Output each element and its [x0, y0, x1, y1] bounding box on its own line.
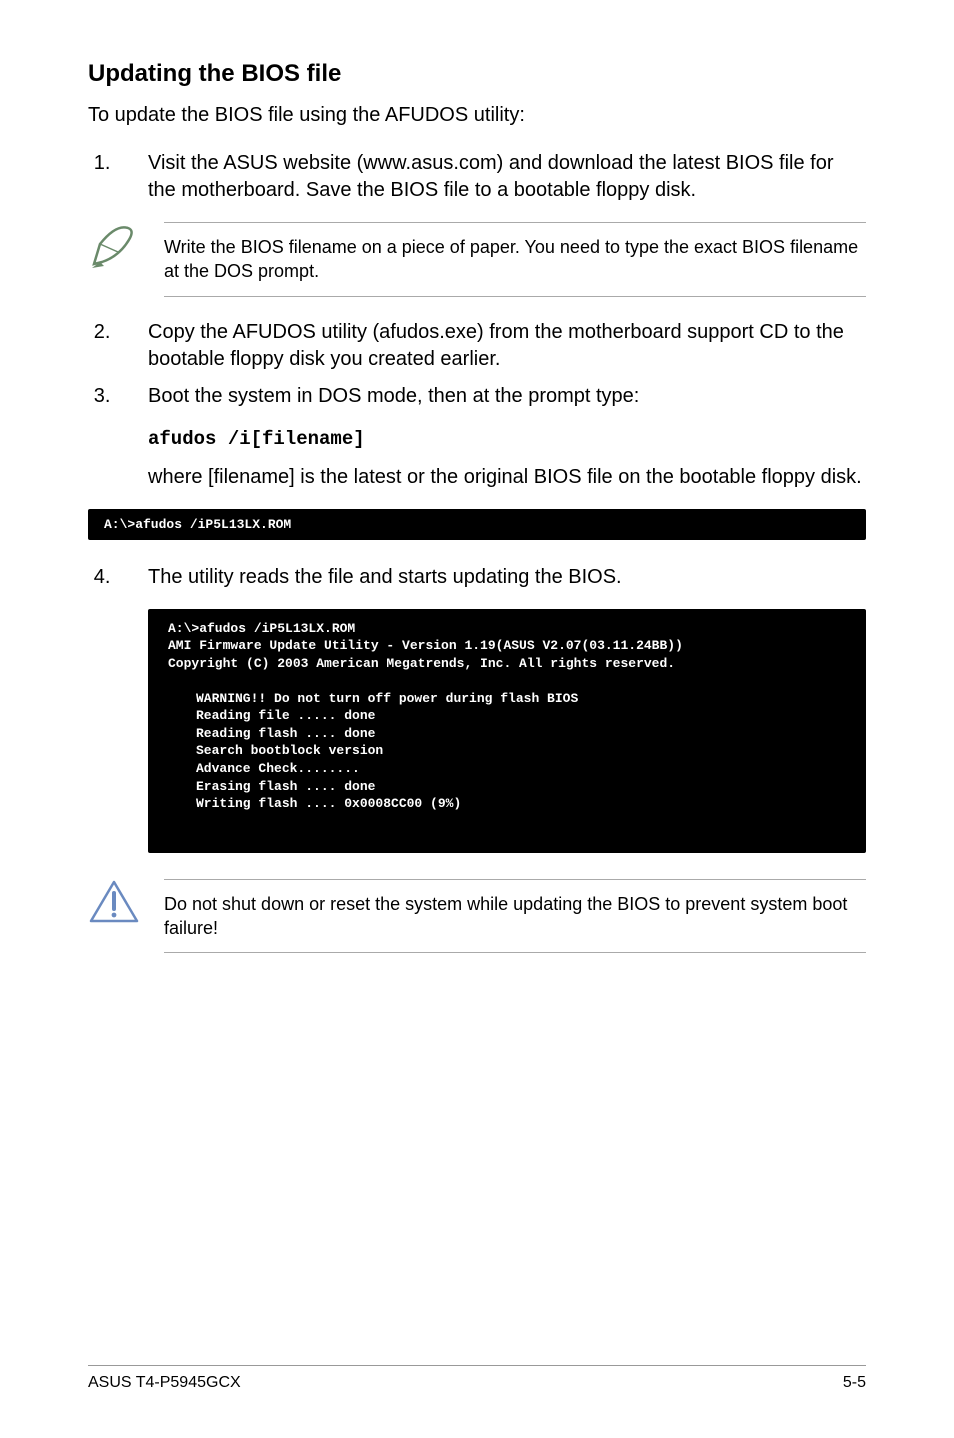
terminal1-line1: A:\>afudos /iP5L13LX.ROM	[104, 517, 291, 532]
intro-paragraph: To update the BIOS file using the AFUDOS…	[88, 102, 866, 128]
t2-i1: WARNING!! Do not turn off power during f…	[168, 690, 846, 708]
caution-icon	[88, 879, 140, 925]
step-2: Copy the AFUDOS utility (afudos.exe) fro…	[116, 319, 866, 373]
t2-i7: Writing flash .... 0x0008CC00 (9%)	[168, 795, 846, 813]
terminal-block-2: A:\>afudos /iP5L13LX.ROM AMI Firmware Up…	[148, 609, 866, 853]
t2-l1: A:\>afudos /iP5L13LX.ROM	[168, 621, 355, 636]
note-write-filename: Write the BIOS filename on a piece of pa…	[88, 222, 866, 297]
steps-list-4: The utility reads the file and starts up…	[88, 564, 866, 591]
t2-i2: Reading file ..... done	[168, 707, 846, 725]
page-container: Updating the BIOS file To update the BIO…	[0, 0, 954, 1438]
steps-list-1: Visit the ASUS website (www.asus.com) an…	[88, 150, 866, 204]
terminal-block-1: A:\>afudos /iP5L13LX.ROM	[88, 509, 866, 540]
footer-right: 5-5	[843, 1374, 866, 1392]
page-footer: ASUS T4-P5945GCX 5-5	[88, 1365, 866, 1392]
command-block: afudos /i[filename] where [filename] is …	[148, 428, 866, 491]
t2-l3: Copyright (C) 2003 American Megatrends, …	[168, 656, 675, 671]
afudos-command: afudos /i[filename]	[148, 428, 866, 450]
t2-i3: Reading flash .... done	[168, 725, 846, 743]
step-3: Boot the system in DOS mode, then at the…	[116, 383, 866, 410]
caution-text: Do not shut down or reset the system whi…	[164, 879, 866, 954]
pencil-svg	[88, 222, 140, 270]
step-1: Visit the ASUS website (www.asus.com) an…	[116, 150, 866, 204]
note-text: Write the BIOS filename on a piece of pa…	[164, 222, 866, 297]
heading-updating-bios: Updating the BIOS file	[88, 60, 866, 88]
footer-left: ASUS T4-P5945GCX	[88, 1374, 241, 1392]
step-4: The utility reads the file and starts up…	[116, 564, 866, 591]
t2-i4: Search bootblock version	[168, 742, 846, 760]
where-paragraph: where [filename] is the latest or the or…	[148, 464, 866, 491]
caution-row: Do not shut down or reset the system whi…	[88, 879, 866, 954]
pencil-icon	[88, 222, 140, 270]
caution-svg	[88, 879, 140, 925]
t2-l2: AMI Firmware Update Utility - Version 1.…	[168, 638, 683, 653]
steps-list-2: Copy the AFUDOS utility (afudos.exe) fro…	[88, 319, 866, 410]
t2-i6: Erasing flash .... done	[168, 778, 846, 796]
t2-i5: Advance Check........	[168, 760, 846, 778]
